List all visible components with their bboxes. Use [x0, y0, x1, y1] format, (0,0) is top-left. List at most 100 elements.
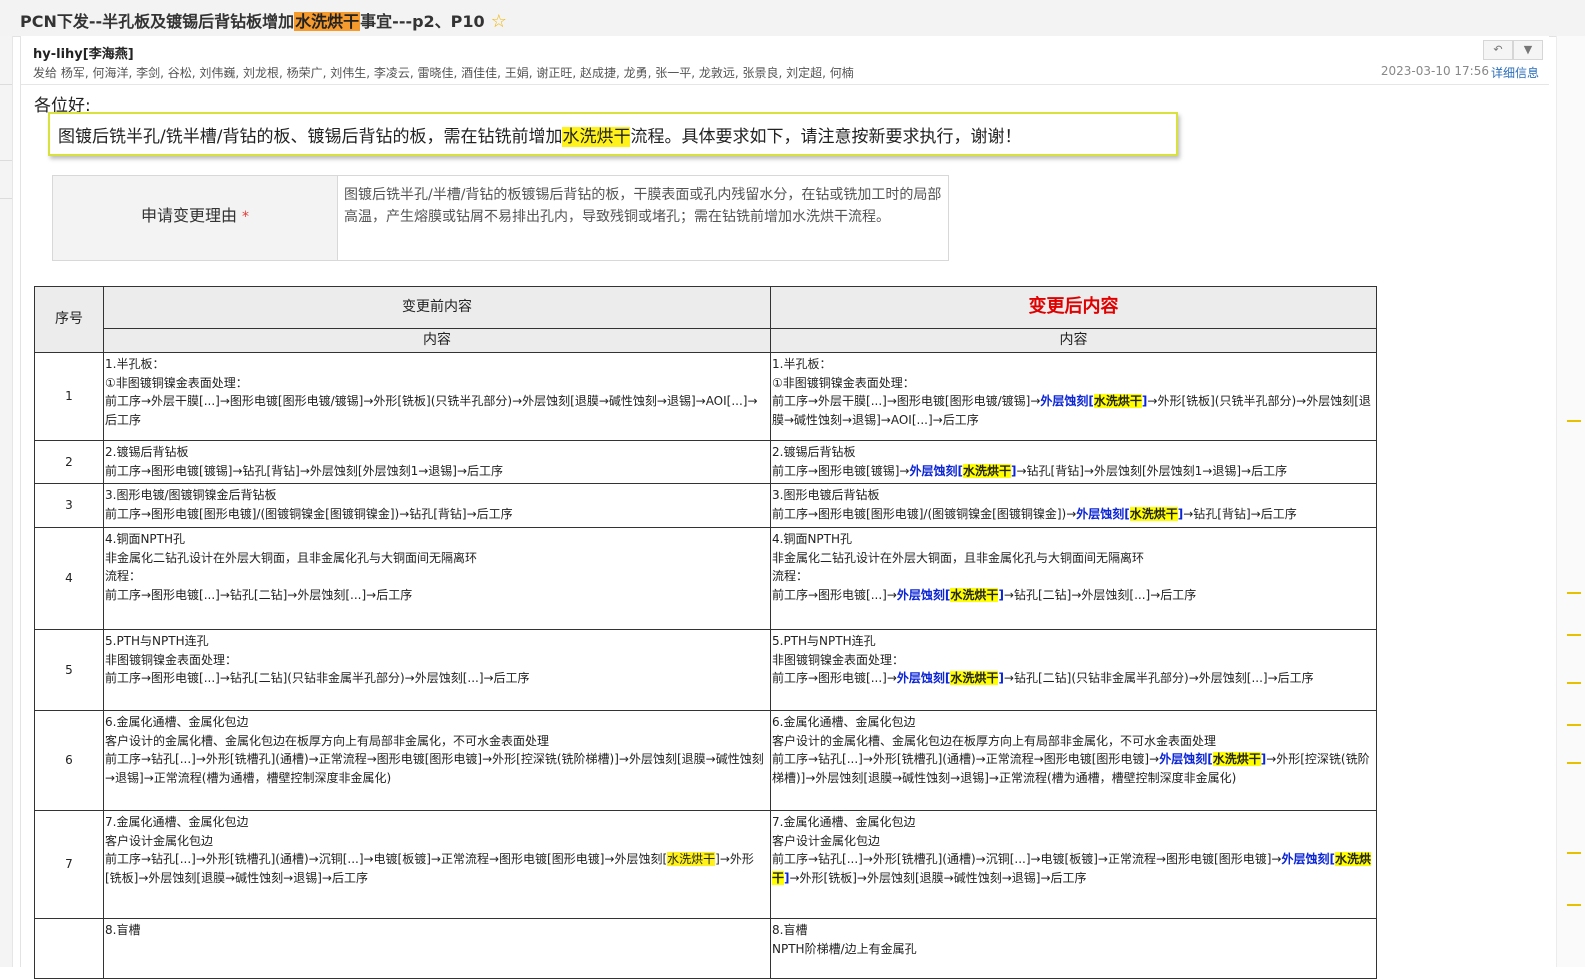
notice-text-post: 流程。具体要求如下，请注意按新要求执行，谢谢！	[630, 127, 1022, 147]
cell-text: 2.镀锡后背钻板	[105, 445, 189, 459]
after-content-cell: 6.金属化通槽、金属化包边客户设计的金属化槽、金属化包边在板厚方向上有局部非金属…	[770, 710, 1377, 811]
cell-text: 前工序→钻孔[...]→外形[铣槽孔](通槽)→沉铜[...]→电镀[板镀]→正…	[772, 852, 1282, 866]
window-titlebar: PCN下发--半孔板及镀锡后背钻板增加水洗烘干事宜---p2、P10 ☆	[0, 0, 1585, 37]
mail-date: 2023-03-10 17:56	[1380, 64, 1489, 78]
header-after: 变更后内容	[770, 286, 1377, 329]
reply-icon[interactable]: ↶	[1483, 40, 1513, 60]
cell-text: 非图镀铜镍金表面处理：	[105, 652, 238, 667]
after-content-cell: 4.铜面NPTH孔非金属化二钻孔设计在外层大铜面，且非金属化孔与大铜面间无隔离环…	[770, 527, 1377, 630]
row-number: 6	[34, 710, 104, 811]
cell-line: NPTH阶梯槽/边上有金属孔	[772, 940, 1375, 959]
left-divider	[0, 84, 12, 85]
cell-line: 6.金属化通槽、金属化包边	[105, 713, 769, 732]
subject-highlight: 水洗烘干	[294, 12, 361, 31]
cell-text: 前工序→图形电镀[图形电镀]/(图镀铜镍金[图镀铜镍金])→	[772, 506, 1077, 521]
cell-line: 客户设计金属化包边	[772, 832, 1375, 851]
sender-name[interactable]: hy-lihy[李海燕]	[33, 43, 134, 62]
reason-text: 图镀后铣半孔/半槽/背钻的板镀锡后背钻的板，干膜表面或孔内残留水分，在钻或铣加工…	[344, 187, 942, 225]
cell-line: ①非图镀铜镍金表面处理：	[772, 374, 1375, 393]
cell-line: 前工序→图形电镀[镀锡]→外层蚀刻[水洗烘干]→钻孔[背钻]→外层蚀刻[外层蚀刻…	[772, 462, 1375, 481]
cell-line: 4.铜面NPTH孔	[772, 530, 1375, 549]
cell-line: 7.金属化通槽、金属化包边	[105, 813, 769, 832]
cell-text: 1.半孔板：	[105, 357, 165, 371]
table-row: 5 5.PTH与NPTH连孔 非图镀铜镍金表面处理： 前工序→图形电镀[...]→钻孔…	[34, 629, 1377, 711]
row-number: 2	[34, 440, 104, 484]
cell-line: 客户设计的金属化槽、金属化包边在板厚方向上有局部非金属化，不可水金表面处理	[105, 732, 769, 751]
star-icon[interactable]: ☆	[491, 11, 507, 32]
cell-line: 前工序→图形电镀[...]→钻孔[二钻](只钻非金属半孔部分)→外层蚀刻[...…	[105, 669, 769, 688]
cell-text: 8.盲槽	[772, 923, 808, 937]
cell-line: 前工序→钻孔[...]→外形[铣槽孔](通槽)→沉铜[...]→电镀[板镀]→正…	[772, 850, 1375, 887]
left-panel-edge	[0, 36, 13, 967]
after-content-cell: 3.图形电镀后背钻板前工序→图形电镀[图形电镀]/(图镀铜镍金[图镀铜镍金])→…	[770, 483, 1377, 528]
scroll-marker	[1567, 420, 1581, 422]
scroll-marker	[1567, 592, 1581, 594]
scroll-marker	[1567, 852, 1581, 854]
cell-text: 非图镀铜镍金表面处理：	[772, 652, 905, 667]
after-content-cell: 1.半孔板： ①非图镀铜镍金表面处理： 前工序→外层干膜[...]→图形电镀[图形电…	[770, 352, 1377, 441]
cell-line: 非图镀铜镍金表面处理：	[772, 651, 1375, 670]
added-step-highlight: 水洗烘干	[1212, 752, 1261, 766]
right-scroll-strip[interactable]	[1556, 36, 1585, 967]
row-number: 4	[34, 527, 104, 630]
table-row: 2 2.镀锡后背钻板 前工序→图形电镀[镀锡]→钻孔[背钻]→外层蚀刻[外层蚀刻1→…	[34, 440, 1377, 484]
cell-text: 2.镀锡后背钻板	[772, 445, 856, 459]
subject-suffix: 事宜---p2、P10	[360, 12, 485, 31]
details-link[interactable]: 详细信息	[1491, 64, 1539, 81]
table-row: 7 7.金属化通槽、金属化包边 客户设计金属化包边 前工序→钻孔[...]→外形[铣槽…	[34, 810, 1377, 919]
cell-text: 前工序→钻孔[...]→外形[铣槽孔](通槽)→正常流程→图形电镀[图形电镀]→…	[105, 752, 764, 785]
left-divider	[0, 198, 12, 199]
cell-line: 流程：	[772, 567, 1375, 586]
before-content-cell: 4.铜面NPTH孔 非金属化二钻孔设计在外层大铜面，且非金属化孔与大铜面间无隔离环…	[103, 527, 771, 630]
cell-text: 前工序→图形电镀[...]→钻孔[二钻](只钻非金属半孔部分)→外层蚀刻[...…	[105, 671, 530, 685]
cell-text: 前工序→图形电镀[图形电镀]/(图镀铜镍金[图镀铜镍金])→钻孔[背钻]→后工序	[105, 506, 513, 521]
reason-label: 申请变更理由	[140, 206, 237, 225]
subheader-before: 内容	[103, 328, 771, 353]
cell-text: 流程：	[105, 569, 142, 583]
cell-text: 前工序→图形电镀[镀锡]→钻孔[背钻]→外层蚀刻[外层蚀刻1→退锡]→后工序	[105, 463, 504, 478]
cell-text: 非金属化二钻孔设计在外层大铜面，且非金属化孔与大铜面间无隔离环	[772, 550, 1145, 565]
row-number	[34, 918, 104, 979]
added-step-text: 外层蚀刻[	[896, 671, 951, 685]
cell-text: →钻孔[背钻]→后工序	[1183, 506, 1297, 521]
more-actions-icon[interactable]: ▼	[1513, 40, 1543, 60]
after-content-cell: 5.PTH与NPTH连孔 非图镀铜镍金表面处理： 前工序→图形电镀[...]→外层蚀…	[770, 629, 1377, 711]
cell-line: 8.盲槽	[772, 921, 1375, 940]
cell-line: 前工序→图形电镀[镀锡]→钻孔[背钻]→外层蚀刻[外层蚀刻1→退锡]→后工序	[105, 462, 769, 481]
added-step-text: 外层蚀刻[	[1076, 506, 1130, 521]
added-step-highlight: 水洗烘干	[950, 671, 999, 685]
cell-line: 前工序→图形电镀[...]→钻孔[二钻]→外层蚀刻[...]→后工序	[105, 586, 769, 605]
cell-text: 前工序→外层干膜[...]→图形电镀[图形电镀/镀锡]→外形[铣板](只铣半孔部…	[105, 394, 758, 427]
table-row: 4 4.铜面NPTH孔 非金属化二钻孔设计在外层大铜面，且非金属化孔与大铜面间无隔离…	[34, 527, 1377, 630]
required-mark: *	[242, 209, 250, 225]
cell-text: 6.金属化通槽、金属化包边	[772, 715, 916, 729]
cell-text: 4.铜面NPTH孔	[772, 532, 853, 546]
added-step-highlight: 水洗烘干	[1129, 506, 1178, 521]
recipients-list: 发给 杨军, 何海洋, 李剑, 谷松, 刘伟巍, 刘龙根, 杨荣广, 刘伟生, …	[33, 66, 854, 80]
cell-text: 3.图形电镀后背钻板	[772, 488, 880, 502]
scroll-marker	[1567, 904, 1581, 906]
cell-line: 1.半孔板：	[772, 355, 1375, 374]
table-row: 1 1.半孔板： ①非图镀铜镍金表面处理： 前工序→外层干膜[...]→图形电镀[图形…	[34, 352, 1377, 441]
row-number: 5	[34, 629, 104, 711]
notice-highlight: 水洗烘干	[562, 127, 631, 147]
cell-line: 2.镀锡后背钻板	[772, 443, 1375, 462]
scroll-marker	[1567, 682, 1581, 684]
table-row: 3 3.图形电镀/图镀铜镍金后背钻板 前工序→图形电镀[图形电镀]/(图镀铜镍金[图…	[34, 483, 1377, 528]
before-content-cell: 5.PTH与NPTH连孔 非图镀铜镍金表面处理： 前工序→图形电镀[...]→钻孔[…	[103, 629, 771, 711]
cell-text: ①非图镀铜镍金表面处理：	[105, 375, 248, 390]
cell-text: 4.铜面NPTH孔	[105, 532, 186, 546]
notice-text-pre: 图镀后铣半孔/铣半槽/背钻的板、镀锡后背钻的板，需在钻铣前增加	[58, 127, 563, 147]
added-step-highlight: 水洗烘干	[962, 463, 1011, 478]
cell-text: 前工序→钻孔[...]→外形[铣槽孔](通槽)→沉铜[...]→电镀[板镀]→正…	[105, 852, 668, 866]
cell-text: 7.金属化通槽、金属化包边	[772, 815, 916, 829]
cell-line: 客户设计金属化包边	[105, 832, 769, 851]
cell-line: 6.金属化通槽、金属化包边	[772, 713, 1375, 732]
cell-text: 客户设计的金属化槽、金属化包边在板厚方向上有局部非金属化，不可水金表面处理	[105, 733, 550, 748]
cell-text: 客户设计的金属化槽、金属化包边在板厚方向上有局部非金属化，不可水金表面处理	[772, 733, 1217, 748]
subject-prefix: PCN下发--半孔板及镀锡后背钻板增加	[20, 12, 295, 31]
cell-line: 前工序→钻孔[...]→外形[铣槽孔](通槽)→正常流程→图形电镀[图形电镀]→…	[772, 750, 1375, 787]
added-step-highlight: 水洗烘干	[1093, 394, 1142, 408]
added-step-text: 外层蚀刻[	[909, 463, 963, 478]
added-step-text: 外层蚀刻[	[1281, 852, 1335, 866]
